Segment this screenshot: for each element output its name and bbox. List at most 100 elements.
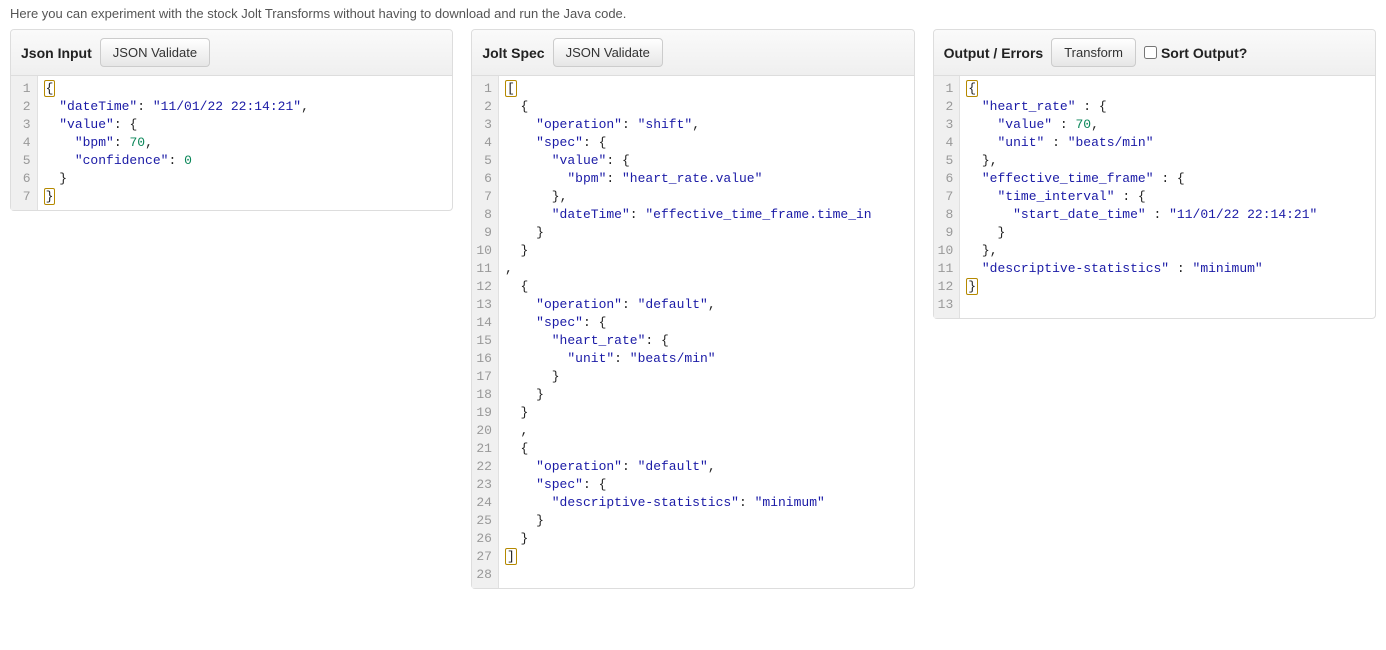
jolt-spec-code[interactable]: [ { "operation": "shift", "spec": { "val…	[499, 76, 914, 588]
code-token	[966, 207, 1013, 222]
output-editor[interactable]: 1 2 3 4 5 6 7 8 9 10 11 12 13 { "heart_r…	[934, 76, 1375, 318]
code-token: :	[622, 459, 638, 474]
code-token: :	[168, 153, 184, 168]
code-token: "spec"	[536, 135, 583, 150]
code-token: "unit"	[997, 135, 1044, 150]
code-token: :	[614, 351, 630, 366]
code-token	[505, 279, 521, 294]
code-token: }	[968, 279, 976, 294]
code-token: {	[1138, 189, 1146, 204]
output-code[interactable]: { "heart_rate" : { "value" : 70, "unit" …	[960, 76, 1375, 318]
code-token: }	[552, 189, 560, 204]
code-token: }	[536, 387, 544, 402]
code-token: "operation"	[536, 459, 622, 474]
code-token: {	[1177, 171, 1185, 186]
json-input-header: Json Input JSON Validate	[11, 30, 452, 76]
code-token: "default"	[638, 459, 708, 474]
json-input-editor[interactable]: 1 2 3 4 5 6 7 { "dateTime": "11/01/22 22…	[11, 76, 452, 210]
code-token	[44, 99, 60, 114]
code-token: :	[606, 153, 622, 168]
jolt-spec-editor[interactable]: 1 2 3 4 5 6 7 8 9 10 11 12 13 14 15 16 1…	[472, 76, 913, 588]
code-token: :	[583, 315, 599, 330]
code-token: "time_interval"	[997, 189, 1114, 204]
code-token: :	[630, 207, 646, 222]
code-token	[505, 189, 552, 204]
code-token: "descriptive-statistics"	[552, 495, 739, 510]
code-token	[966, 171, 982, 186]
output-title: Output / Errors	[944, 45, 1044, 61]
code-token: }	[521, 531, 529, 546]
columns: Json Input JSON Validate 1 2 3 4 5 6 7 {…	[10, 29, 1376, 589]
code-token: "beats/min"	[1068, 135, 1154, 150]
code-token: 70	[1076, 117, 1092, 132]
code-token: "spec"	[536, 477, 583, 492]
code-token: :	[1076, 99, 1099, 114]
code-token: {	[599, 477, 607, 492]
code-token: }	[552, 369, 560, 384]
code-token: }	[982, 153, 990, 168]
code-token: {	[968, 81, 976, 96]
json-input-validate-button[interactable]: JSON Validate	[100, 38, 210, 67]
code-token: :	[1115, 189, 1138, 204]
code-token: 0	[184, 153, 192, 168]
code-token: ,	[692, 117, 700, 132]
bracket-highlight: }	[44, 188, 56, 205]
code-token	[44, 135, 75, 150]
code-token	[505, 531, 521, 546]
code-token: :	[606, 171, 622, 186]
code-token: ,	[301, 99, 309, 114]
code-token	[505, 243, 521, 258]
bracket-highlight: {	[44, 80, 56, 97]
code-token: ,	[708, 297, 716, 312]
code-token: :	[739, 495, 755, 510]
json-input-code[interactable]: { "dateTime": "11/01/22 22:14:21", "valu…	[38, 76, 453, 210]
code-token	[966, 153, 982, 168]
code-token	[44, 171, 60, 186]
output-header: Output / Errors Transform Sort Output?	[934, 30, 1375, 76]
code-token: {	[661, 333, 669, 348]
jolt-spec-validate-button[interactable]: JSON Validate	[553, 38, 663, 67]
code-token: {	[521, 441, 529, 456]
transform-button[interactable]: Transform	[1051, 38, 1136, 67]
code-token	[505, 513, 536, 528]
code-token: ]	[507, 549, 515, 564]
code-token: 70	[129, 135, 145, 150]
code-token: :	[645, 333, 661, 348]
code-token	[505, 207, 552, 222]
code-token: :	[1169, 261, 1192, 276]
code-token: "dateTime"	[552, 207, 630, 222]
code-token: "spec"	[536, 315, 583, 330]
code-token	[505, 369, 552, 384]
code-token: "start_date_time"	[1013, 207, 1146, 222]
code-token	[505, 297, 536, 312]
code-token: "unit"	[567, 351, 614, 366]
code-token: "11/01/22 22:14:21"	[1169, 207, 1317, 222]
sort-output-label: Sort Output?	[1161, 45, 1247, 61]
code-token	[505, 171, 567, 186]
code-token: {	[46, 81, 54, 96]
code-token: "effective_time_frame"	[982, 171, 1154, 186]
code-token: :	[114, 117, 130, 132]
code-token	[505, 135, 536, 150]
code-token	[966, 117, 997, 132]
code-token	[505, 477, 536, 492]
code-token: :	[1044, 135, 1067, 150]
code-token	[505, 153, 552, 168]
code-token: "operation"	[536, 117, 622, 132]
code-token: "descriptive-statistics"	[982, 261, 1169, 276]
jolt-spec-gutter: 1 2 3 4 5 6 7 8 9 10 11 12 13 14 15 16 1…	[472, 76, 499, 588]
code-token: "11/01/22 22:14:21"	[153, 99, 301, 114]
sort-output-toggle[interactable]: Sort Output?	[1144, 45, 1247, 61]
sort-output-checkbox[interactable]	[1144, 46, 1157, 59]
code-token: {	[1099, 99, 1107, 114]
code-token: }	[997, 225, 1005, 240]
code-token: }	[982, 243, 990, 258]
code-token: {	[521, 279, 529, 294]
code-token: :	[583, 135, 599, 150]
code-token	[505, 459, 536, 474]
code-token: }	[536, 513, 544, 528]
code-token: [	[507, 81, 515, 96]
code-token: }	[46, 189, 54, 204]
bracket-highlight: [	[505, 80, 517, 97]
code-token	[505, 99, 521, 114]
